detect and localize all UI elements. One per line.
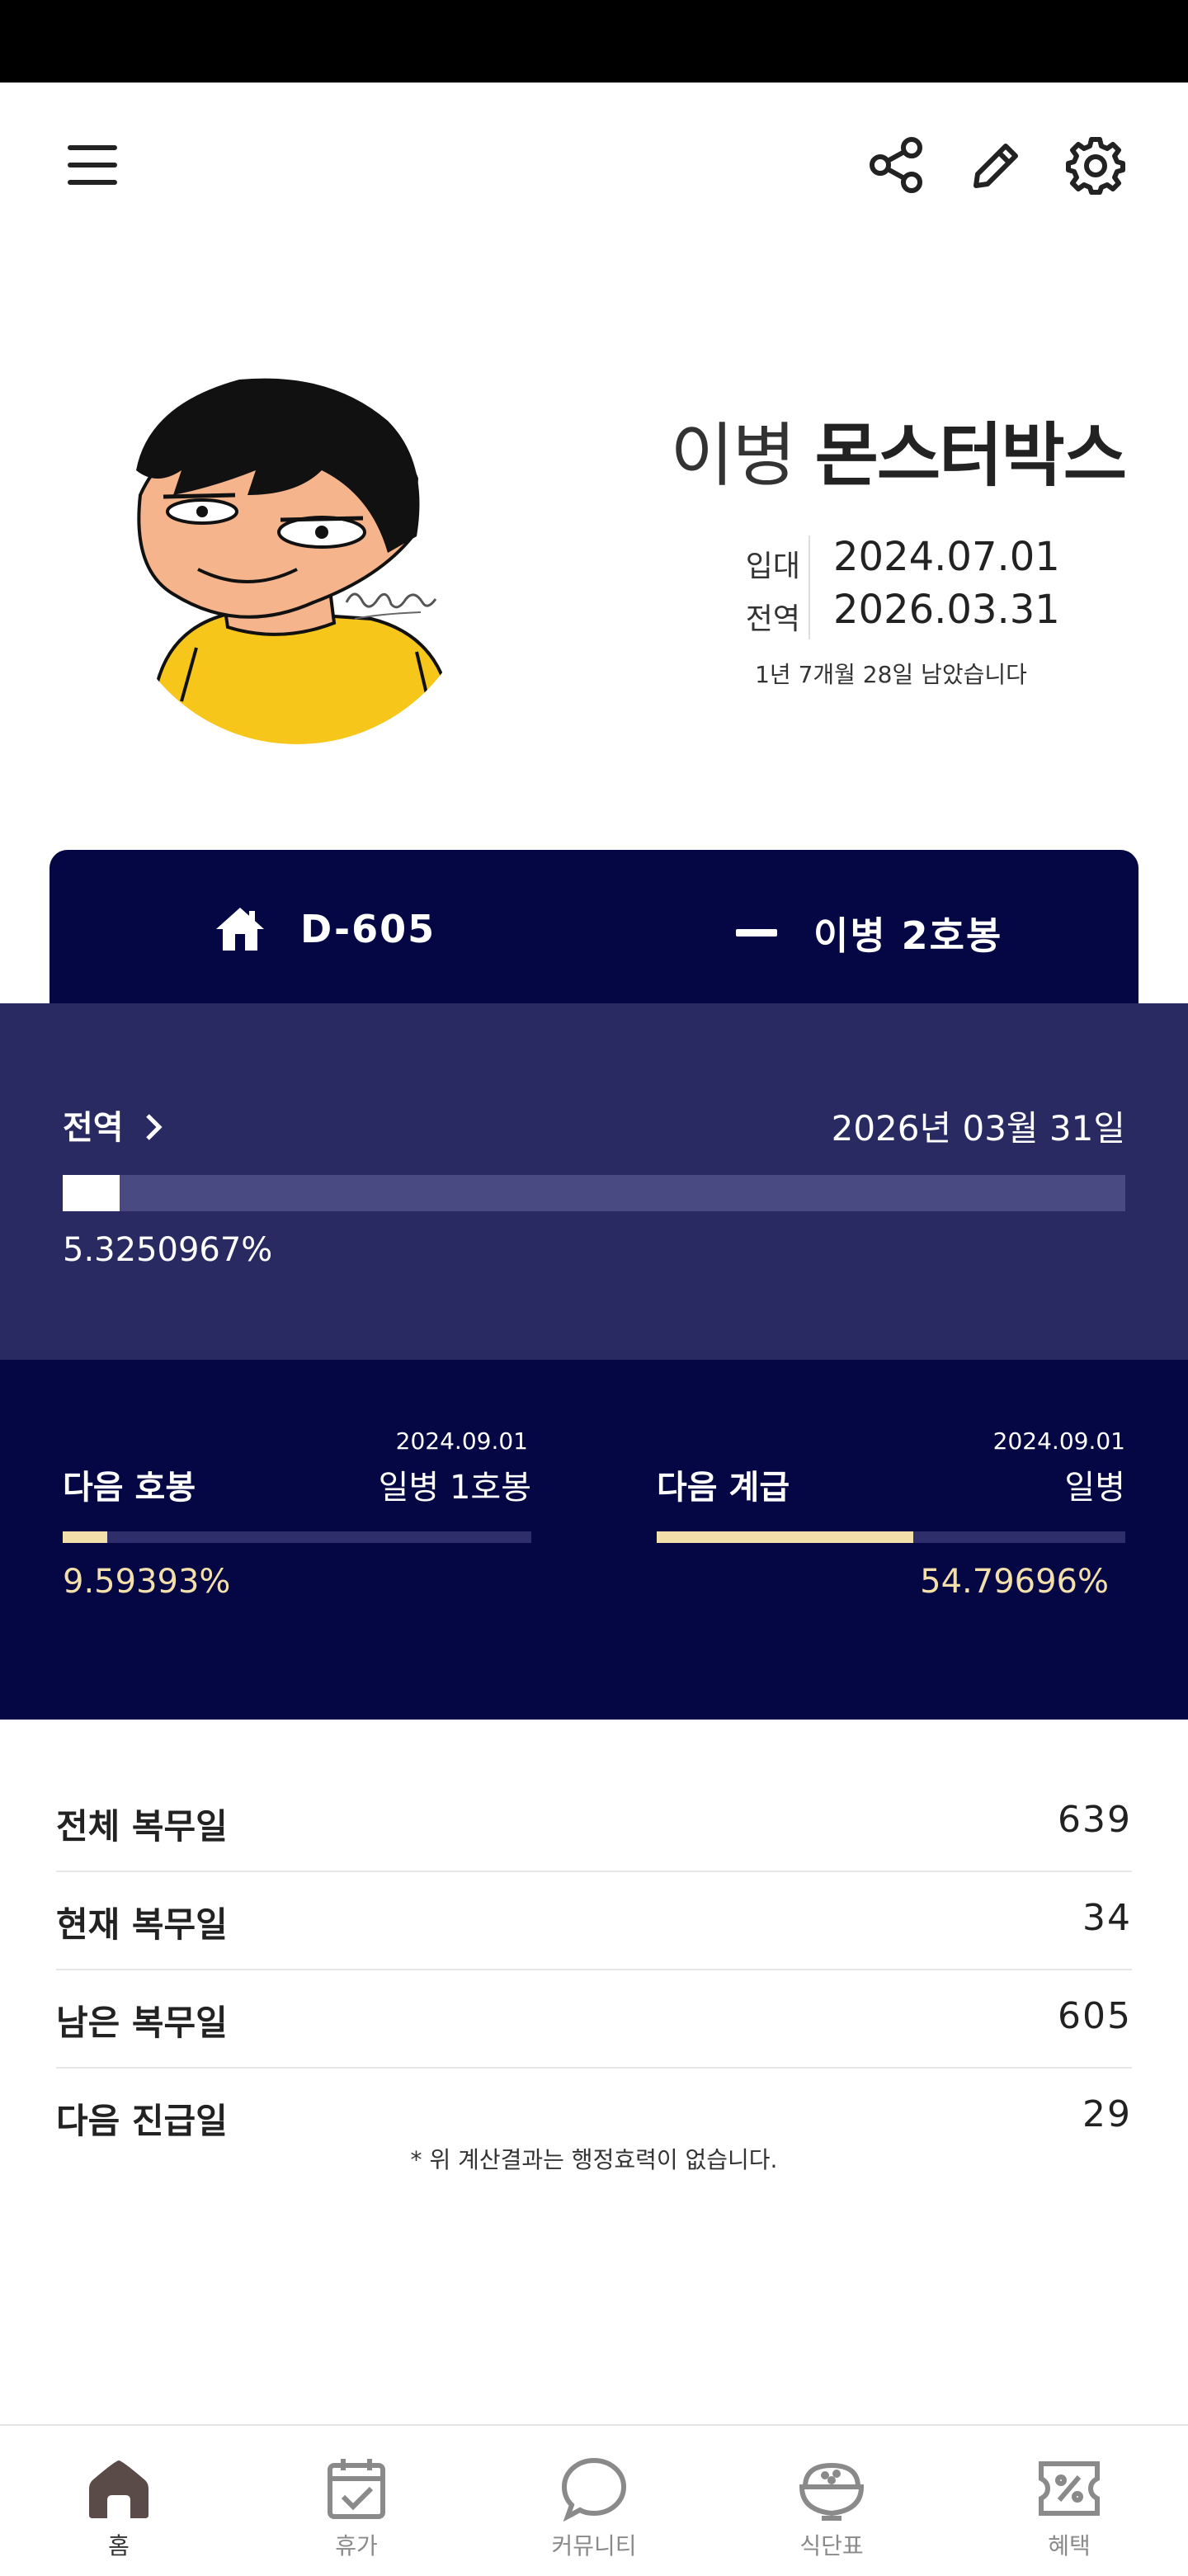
- nav-home[interactable]: 홈: [0, 2426, 238, 2576]
- discharge-percent-text: 5.3250967%: [63, 1231, 273, 1269]
- stat-row-current-days: 현재 복무일 34: [56, 1872, 1132, 1970]
- next-promotion-section: 2024.09.01 다음 호봉 일병 1호봉 9.59393% 2024.09…: [0, 1360, 1188, 1720]
- rank-name-heading: 이병 몬스터박스: [670, 400, 1127, 500]
- bottom-navigation: 홈 휴가 커뮤니티 식단표 혜택: [0, 2424, 1188, 2576]
- stat-row-remaining-days: 남은 복무일 605: [56, 1970, 1132, 2069]
- next-rank-title: 다음 계급: [657, 1469, 790, 1507]
- enlist-label: 입대: [745, 550, 800, 583]
- next-rank-target: 일병: [1064, 1469, 1125, 1507]
- nav-label: 홈: [108, 2532, 130, 2559]
- discharge-date: 2026.03.31: [833, 587, 1060, 633]
- rank-text: 이병: [670, 415, 796, 496]
- dday-tab[interactable]: D-605: [214, 906, 436, 952]
- discharge-progress-title: 전역: [63, 1109, 124, 1147]
- dday-text: D-605: [300, 907, 436, 951]
- stat-label: 다음 진급일: [56, 2101, 228, 2141]
- next-grade-percent: 9.59393%: [63, 1563, 231, 1601]
- stat-value: 605: [1058, 1995, 1132, 2037]
- stat-value: 29: [1082, 2093, 1132, 2135]
- nav-label: 식단표: [799, 2532, 864, 2559]
- nav-label: 혜택: [1048, 2532, 1091, 2559]
- nav-leave[interactable]: 휴가: [238, 2426, 475, 2576]
- calendar-check-icon: [328, 2459, 385, 2519]
- nav-community[interactable]: 커뮤니티: [475, 2426, 713, 2576]
- remaining-time-text: 1년 7개월 28일 남았습니다: [755, 661, 1027, 688]
- status-bar: [0, 0, 1188, 83]
- nav-meal-plan[interactable]: 식단표: [713, 2426, 950, 2576]
- enlist-date: 2024.07.01: [833, 534, 1060, 580]
- menu-icon[interactable]: [59, 132, 125, 198]
- home-icon: [216, 908, 264, 951]
- home-icon: [89, 2460, 148, 2518]
- rank-grade-text: 이병 2호봉: [813, 913, 1003, 958]
- stat-label: 전체 복무일: [56, 1806, 228, 1847]
- rice-bowl-icon: [799, 2462, 865, 2521]
- discharge-progress-link[interactable]: 전역: [63, 1101, 165, 1149]
- stat-value: 34: [1082, 1897, 1132, 1939]
- summary-tab-card: D-605 이병 2호봉: [50, 850, 1138, 1015]
- avatar: [124, 371, 487, 751]
- discharge-label: 전역: [745, 602, 800, 636]
- discharge-progress-section: 전역 2026년 03월 31일 5.3250967%: [0, 1003, 1188, 1360]
- settings-gear-icon[interactable]: [1063, 132, 1129, 198]
- next-rank-percent: 54.79696%: [920, 1563, 1109, 1601]
- stat-label: 남은 복무일: [56, 2003, 228, 2043]
- stat-row-total-days: 전체 복무일 639: [56, 1774, 1132, 1872]
- coupon-icon: [1039, 2461, 1100, 2516]
- stat-label: 현재 복무일: [56, 1904, 228, 1945]
- chevron-right-icon: [145, 1114, 163, 1140]
- discharge-date-text: 2026년 03월 31일: [831, 1108, 1125, 1149]
- next-rank-progress-bar: [657, 1531, 1125, 1543]
- next-rank-date: 2024.09.01: [992, 1427, 1125, 1455]
- nav-label: 커뮤니티: [551, 2532, 637, 2559]
- discharge-progress-bar: [63, 1175, 1125, 1211]
- service-dates: 입대 2024.07.01 전역 2026.03.31: [726, 532, 1072, 639]
- service-stats-list: 전체 복무일 639 현재 복무일 34 남은 복무일 605 다음 진급일 2…: [56, 1774, 1132, 2165]
- rank-grade-tab[interactable]: 이병 2호봉: [736, 906, 1002, 960]
- nav-label: 휴가: [335, 2532, 378, 2559]
- chat-bubble-icon: [561, 2457, 627, 2522]
- nav-benefits[interactable]: 혜택: [950, 2426, 1188, 2576]
- next-grade-progress-fill: [63, 1531, 108, 1543]
- next-grade-progress-bar: [63, 1531, 531, 1543]
- next-grade-title: 다음 호봉: [63, 1469, 196, 1507]
- next-rank-progress-fill: [657, 1531, 914, 1543]
- share-icon[interactable]: [863, 132, 929, 198]
- next-grade-target: 일병 1호봉: [378, 1469, 531, 1507]
- discharge-progress-fill: [63, 1175, 120, 1211]
- top-bar: [0, 83, 1188, 239]
- name-text: 몬스터박스: [814, 415, 1127, 496]
- private-insignia-icon: [736, 929, 777, 937]
- stat-value: 639: [1058, 1799, 1132, 1841]
- next-grade-date: 2024.09.01: [395, 1427, 528, 1455]
- disclaimer-text: * 위 계산결과는 행정효력이 없습니다.: [410, 2146, 778, 2173]
- edit-pencil-icon[interactable]: [964, 132, 1030, 198]
